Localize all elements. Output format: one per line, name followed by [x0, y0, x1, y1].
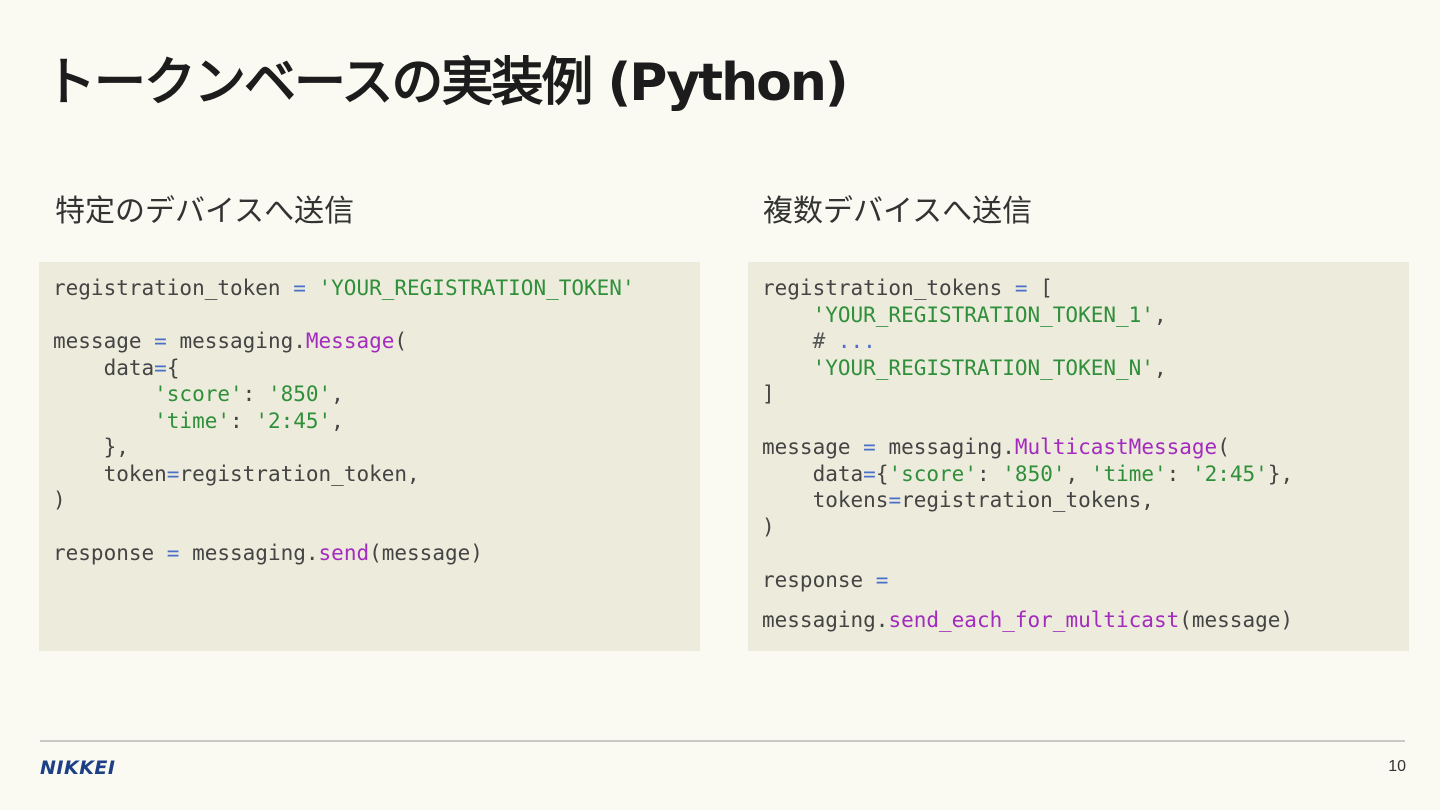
code-token: data: [53, 355, 155, 380]
code-token: =: [166, 461, 180, 486]
code-token: registration_tokens: [762, 276, 1003, 300]
code-token: message: [53, 329, 142, 353]
code-token: ): [53, 488, 66, 512]
code-token: },: [53, 435, 129, 459]
code-token: =: [850, 435, 889, 459]
code-token: ,: [1153, 302, 1167, 327]
code-token: 'time': [53, 408, 231, 433]
nikkei-logo: NIKKEI: [40, 757, 116, 779]
wrap-gap: [762, 593, 1293, 607]
code-token: token: [53, 461, 167, 486]
code-token: MulticastMessage: [1014, 435, 1218, 459]
footer-divider: [40, 740, 1405, 742]
left-code-panel: registration_token = 'YOUR_REGISTRATION_…: [39, 262, 700, 651]
code-token: ...: [837, 329, 876, 353]
code-token: messaging.: [762, 608, 889, 632]
slide-title: トークンベースの実装例 (Python): [44, 53, 849, 113]
code-token: response: [762, 567, 864, 592]
code-token: '850': [267, 382, 332, 406]
code-token: =: [863, 461, 876, 486]
code-token: :: [242, 382, 268, 406]
code-token: 'time': [1090, 461, 1167, 486]
code-token: =: [280, 276, 319, 300]
code-token: 'YOUR_REGISTRATION_TOKEN': [318, 276, 635, 300]
code-token: :: [230, 408, 256, 433]
code-token: send: [318, 541, 370, 565]
code-token: =: [888, 488, 902, 512]
page-number: 10: [1388, 758, 1406, 775]
code-token: :: [976, 461, 1003, 486]
code-token: =: [154, 541, 193, 565]
code-token: [: [1040, 276, 1053, 300]
code-token: response: [53, 541, 155, 565]
code-token: '850': [1002, 461, 1066, 486]
code-token: 'YOUR_REGISTRATION_TOKEN_N': [762, 355, 1154, 380]
code-token: ): [762, 514, 775, 539]
code-token: },: [1267, 461, 1294, 486]
code-token: send_each_for_multicast: [888, 608, 1180, 632]
right-section-heading: 複数デバイスへ送信: [763, 194, 1033, 229]
code-token: ]: [762, 382, 775, 406]
code-token: =: [1002, 276, 1041, 300]
code-token: messaging.: [179, 329, 306, 353]
code-token: messaging.: [192, 541, 319, 565]
code-token: ,: [1153, 355, 1167, 380]
code-token: tokens: [762, 488, 889, 512]
code-token: 'score': [888, 461, 977, 486]
code-token: ,: [331, 382, 344, 406]
code-token: =: [863, 567, 889, 592]
code-token: 'score': [53, 382, 243, 406]
code-token: =: [141, 329, 180, 353]
code-token: (: [1217, 435, 1230, 459]
code-token: registration_token: [53, 276, 281, 300]
left-code-block: registration_token = 'YOUR_REGISTRATION_…: [53, 275, 635, 567]
code-token: '2:45': [1191, 461, 1268, 486]
right-code-block: registration_tokens = [ 'YOUR_REGISTRATI…: [762, 275, 1293, 634]
right-code-panel: registration_tokens = [ 'YOUR_REGISTRATI…: [748, 262, 1409, 651]
code-token: '2:45': [255, 408, 332, 433]
code-token: ,: [1065, 461, 1091, 486]
code-token: data: [762, 461, 864, 486]
code-token: {: [166, 355, 180, 380]
code-token: =: [154, 355, 167, 380]
code-token: registration_tokens,: [901, 488, 1154, 512]
code-token: #: [762, 329, 838, 353]
code-token: messaging.: [888, 435, 1015, 459]
code-token: registration_token,: [179, 461, 420, 486]
code-token: message: [762, 435, 851, 459]
code-token: Message: [305, 329, 395, 353]
code-token: {: [875, 461, 889, 486]
left-section-heading: 特定のデバイスへ送信: [55, 194, 355, 229]
code-token: (message): [369, 541, 483, 565]
code-token: (message): [1179, 608, 1294, 632]
code-token: :: [1166, 461, 1192, 486]
code-token: 'YOUR_REGISTRATION_TOKEN_1': [762, 302, 1154, 327]
code-token: (: [394, 329, 408, 353]
code-token: ,: [331, 408, 344, 433]
